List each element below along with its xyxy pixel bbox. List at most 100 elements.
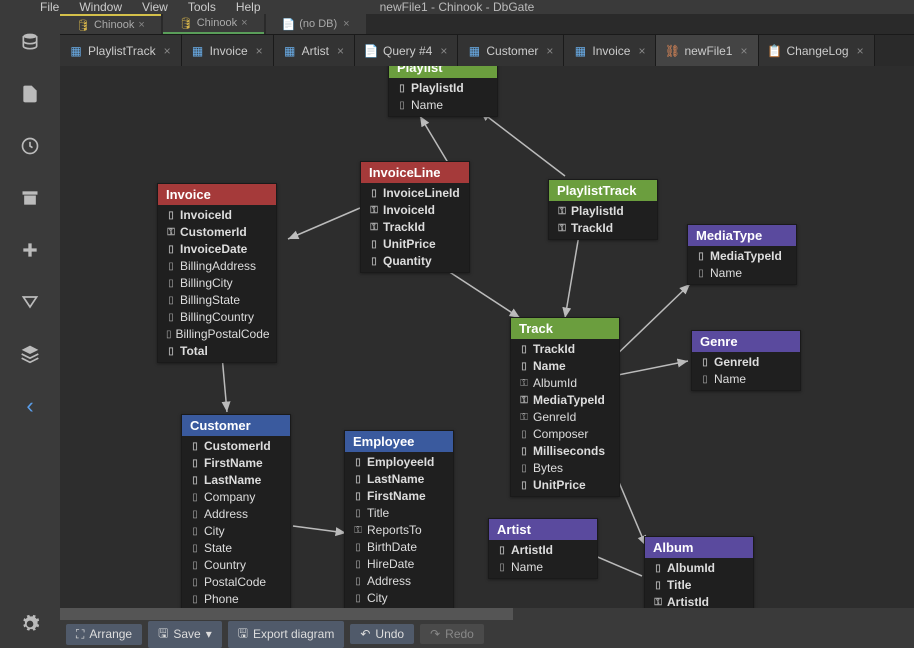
column-employeeid[interactable]: ▯EmployeeId bbox=[345, 454, 453, 471]
column-address[interactable]: ▯Address bbox=[345, 573, 453, 590]
column-address[interactable]: ▯Address bbox=[182, 506, 290, 523]
tab-newfile1[interactable]: ⛓newFile1× bbox=[656, 35, 758, 66]
history-icon[interactable] bbox=[18, 134, 42, 158]
column-genreid[interactable]: ▯GenreId bbox=[692, 354, 800, 371]
connection-tab-0[interactable]: 🛢Chinook× bbox=[60, 14, 161, 34]
column-title[interactable]: ▯Title bbox=[345, 505, 453, 522]
entity-invoice[interactable]: Invoice ▯InvoiceId⚿CustomerId▯InvoiceDate… bbox=[157, 183, 277, 363]
column-name[interactable]: ▯Name bbox=[389, 97, 497, 114]
archive-icon[interactable] bbox=[18, 186, 42, 210]
column-trackid[interactable]: ▯TrackId bbox=[511, 341, 619, 358]
entity-employee[interactable]: Employee ▯EmployeeId▯LastName▯FirstName▯T… bbox=[344, 430, 454, 620]
connection-tab-1[interactable]: 🛢Chinook× bbox=[163, 14, 264, 34]
entity-header[interactable]: Track bbox=[511, 318, 619, 339]
plugins-icon[interactable] bbox=[18, 238, 42, 262]
column-state[interactable]: ▯State bbox=[182, 540, 290, 557]
close-icon[interactable]: × bbox=[138, 19, 144, 31]
column-company[interactable]: ▯Company bbox=[182, 489, 290, 506]
entity-invoiceline[interactable]: InvoiceLine▯InvoiceLineId⚿InvoiceId⚿Trac… bbox=[360, 161, 470, 273]
close-icon[interactable]: × bbox=[440, 44, 447, 58]
close-icon[interactable]: × bbox=[256, 44, 263, 58]
column-hiredate[interactable]: ▯HireDate bbox=[345, 556, 453, 573]
entity-header[interactable]: Album bbox=[645, 537, 753, 558]
column-billingpostalcode[interactable]: ▯BillingPostalCode bbox=[158, 326, 276, 343]
column-genreid[interactable]: ⚿GenreId bbox=[511, 409, 619, 426]
entity-header[interactable]: InvoiceLine bbox=[361, 162, 469, 183]
column-firstname[interactable]: ▯FirstName bbox=[182, 455, 290, 472]
menu-tools[interactable]: Tools bbox=[188, 0, 216, 14]
entity-header[interactable]: Genre bbox=[692, 331, 800, 352]
undo-button[interactable]: ↶Undo bbox=[350, 624, 414, 644]
column-customerid[interactable]: ⚿CustomerId bbox=[158, 224, 276, 241]
chevron-left-icon[interactable]: ‹ bbox=[18, 394, 42, 418]
column-birthdate[interactable]: ▯BirthDate bbox=[345, 539, 453, 556]
column-reportsto[interactable]: ⚿ReportsTo bbox=[345, 522, 453, 539]
entity-customer[interactable]: Customer▯CustomerId▯FirstName▯LastName▯C… bbox=[181, 414, 291, 620]
close-icon[interactable]: × bbox=[241, 17, 247, 29]
arrange-button[interactable]: ⛶Arrange bbox=[66, 624, 142, 645]
column-invoiceid[interactable]: ⚿InvoiceId bbox=[361, 202, 469, 219]
tab-artist[interactable]: ▦Artist× bbox=[274, 35, 355, 66]
column-invoicedate[interactable]: ▯InvoiceDate bbox=[158, 241, 276, 258]
column-firstname[interactable]: ▯FirstName bbox=[345, 488, 453, 505]
entity-album[interactable]: Album▯AlbumId▯Title⚿ArtistId bbox=[644, 536, 754, 614]
entity-mediatype[interactable]: MediaType▯MediaTypeId▯Name bbox=[687, 224, 797, 285]
column-mediatypeid[interactable]: ▯MediaTypeId bbox=[688, 248, 796, 265]
menu-help[interactable]: Help bbox=[236, 0, 261, 14]
entity-artist[interactable]: Artist ▯ArtistId▯Name bbox=[488, 518, 598, 579]
column-composer[interactable]: ▯Composer bbox=[511, 426, 619, 443]
entity-header[interactable]: PlaylistTrack bbox=[549, 180, 657, 201]
column-trackid[interactable]: ⚿TrackId bbox=[361, 219, 469, 236]
redo-button[interactable]: ↷Redo bbox=[420, 624, 484, 644]
close-icon[interactable]: × bbox=[857, 44, 864, 58]
entity-header[interactable]: Invoice bbox=[158, 184, 276, 205]
column-lastname[interactable]: ▯LastName bbox=[182, 472, 290, 489]
column-postalcode[interactable]: ▯PostalCode bbox=[182, 574, 290, 591]
close-icon[interactable]: × bbox=[546, 44, 553, 58]
menu-file[interactable]: File bbox=[40, 0, 59, 14]
column-albumid[interactable]: ⚿AlbumId bbox=[511, 375, 619, 392]
close-icon[interactable]: × bbox=[337, 44, 344, 58]
entity-header[interactable]: Customer bbox=[182, 415, 290, 436]
column-total[interactable]: ▯Total bbox=[158, 343, 276, 360]
diagram-canvas[interactable]: Playlist▯PlaylistId▯NameInvoiceLine▯Invo… bbox=[60, 66, 914, 620]
column-name[interactable]: ▯Name bbox=[489, 559, 597, 576]
column-billingcity[interactable]: ▯BillingCity bbox=[158, 275, 276, 292]
column-billingaddress[interactable]: ▯BillingAddress bbox=[158, 258, 276, 275]
column-unitprice[interactable]: ▯UnitPrice bbox=[511, 477, 619, 494]
menu-view[interactable]: View bbox=[142, 0, 168, 14]
tab-customer[interactable]: ▦Customer× bbox=[458, 35, 564, 66]
column-customerid[interactable]: ▯CustomerId bbox=[182, 438, 290, 455]
entity-header[interactable]: Artist bbox=[489, 519, 597, 540]
close-icon[interactable]: × bbox=[343, 18, 349, 30]
triangle-down-icon[interactable] bbox=[18, 290, 42, 314]
column-billingstate[interactable]: ▯BillingState bbox=[158, 292, 276, 309]
entity-header[interactable]: Employee bbox=[345, 431, 453, 452]
tab-query4[interactable]: 📄Query #4× bbox=[355, 35, 458, 66]
column-city[interactable]: ▯City bbox=[182, 523, 290, 540]
column-lastname[interactable]: ▯LastName bbox=[345, 471, 453, 488]
database-icon[interactable] bbox=[18, 30, 42, 54]
menu-window[interactable]: Window bbox=[79, 0, 122, 14]
horizontal-scrollbar[interactable] bbox=[60, 608, 914, 620]
column-quantity[interactable]: ▯Quantity bbox=[361, 253, 469, 270]
close-icon[interactable]: × bbox=[740, 44, 747, 58]
export-diagram-button[interactable]: 🖫Export diagram bbox=[228, 621, 345, 648]
column-phone[interactable]: ▯Phone bbox=[182, 591, 290, 608]
gear-icon[interactable] bbox=[18, 612, 42, 636]
column-artistid[interactable]: ▯ArtistId bbox=[489, 542, 597, 559]
column-billingcountry[interactable]: ▯BillingCountry bbox=[158, 309, 276, 326]
column-albumid[interactable]: ▯AlbumId bbox=[645, 560, 753, 577]
column-title[interactable]: ▯Title bbox=[645, 577, 753, 594]
tab-changelog[interactable]: 📋ChangeLog× bbox=[759, 35, 875, 66]
column-invoiceid[interactable]: ▯InvoiceId bbox=[158, 207, 276, 224]
column-mediatypeid[interactable]: ⚿MediaTypeId bbox=[511, 392, 619, 409]
column-bytes[interactable]: ▯Bytes bbox=[511, 460, 619, 477]
close-icon[interactable]: × bbox=[164, 44, 171, 58]
column-country[interactable]: ▯Country bbox=[182, 557, 290, 574]
column-trackid[interactable]: ⚿TrackId bbox=[549, 220, 657, 237]
layers-icon[interactable] bbox=[18, 342, 42, 366]
column-name[interactable]: ▯Name bbox=[692, 371, 800, 388]
entity-header[interactable]: Playlist bbox=[389, 66, 497, 78]
entity-playlist[interactable]: Playlist▯PlaylistId▯Name bbox=[388, 66, 498, 117]
